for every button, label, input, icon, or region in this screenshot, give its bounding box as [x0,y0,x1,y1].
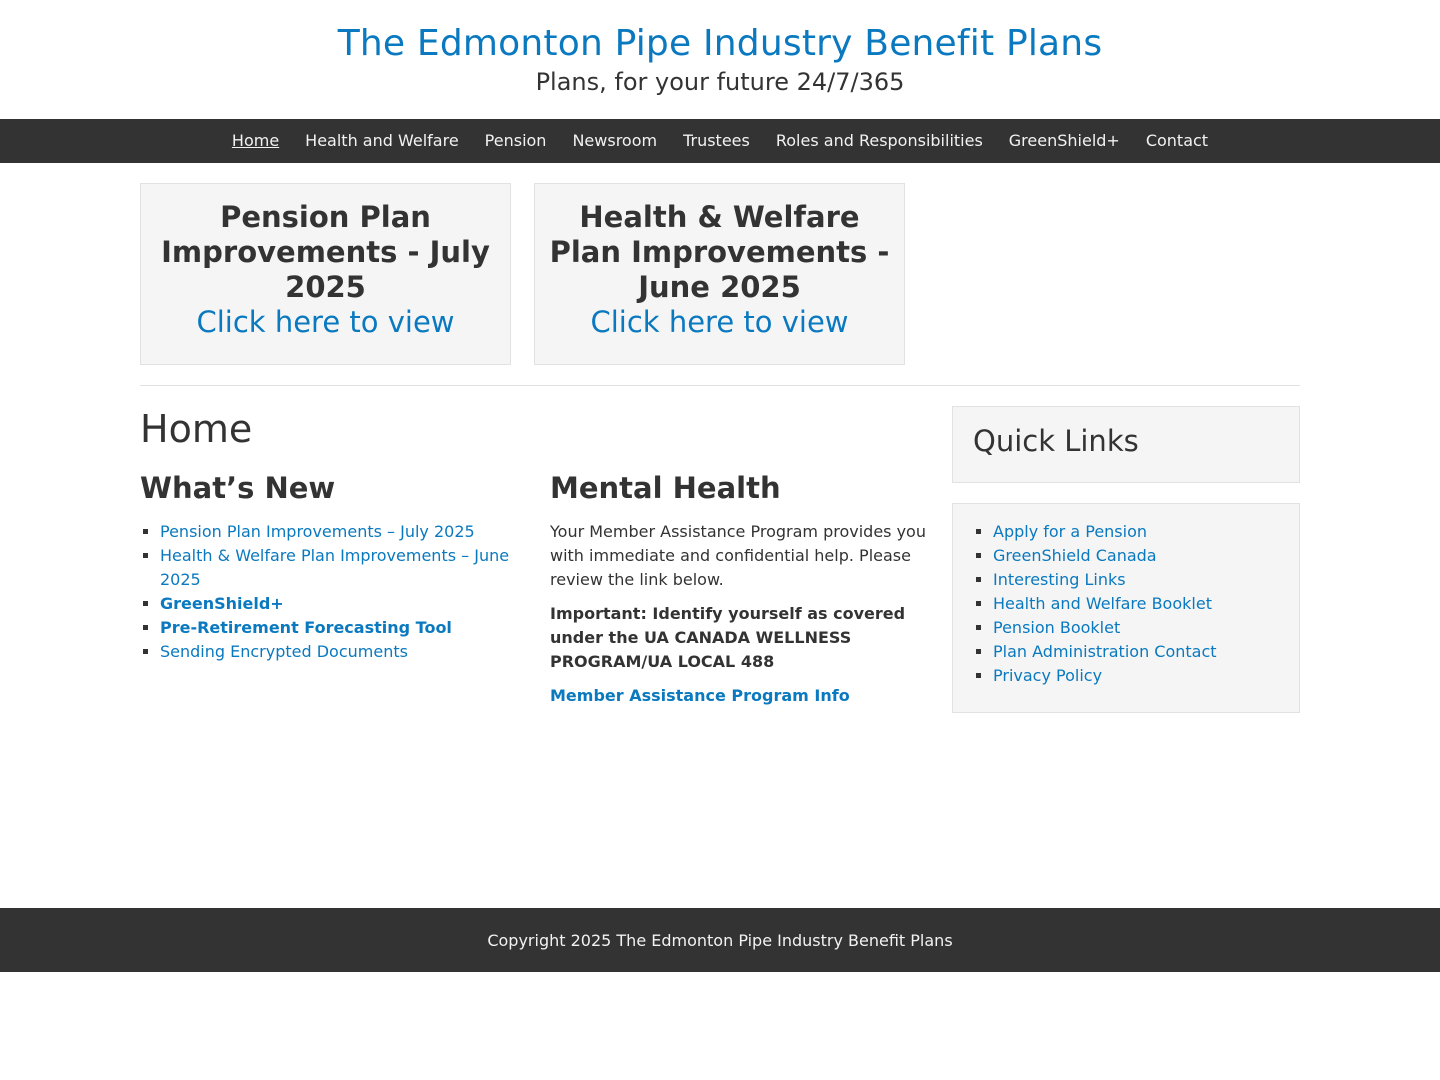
list-item: Privacy Policy [993,664,1279,688]
promo-row: Pension Plan Improvements - July 2025 Cl… [140,183,1300,365]
nav-item-trustees[interactable]: Trustees [683,119,750,163]
member-assistance-link[interactable]: Member Assistance Program Info [550,686,850,705]
site-footer: Copyright 2025 The Edmonton Pipe Industr… [0,908,1440,972]
quick-links-widget: Apply for a Pension GreenShield Canada I… [952,503,1300,713]
list-item: Health and Welfare Booklet [993,592,1279,616]
promo-title: Health & Welfare Plan Improvements - Jun… [549,200,890,304]
nav-item-pension[interactable]: Pension [485,119,547,163]
promo-title: Pension Plan Improvements - July 2025 [161,200,490,304]
whats-new-link[interactable]: Health & Welfare Plan Improvements – Jun… [160,546,509,589]
quick-links-title: Quick Links [973,424,1139,458]
whats-new-link[interactable]: GreenShield+ [160,594,284,613]
page-title: Home [140,407,253,451]
quick-link-pension-booklet[interactable]: Pension Booklet [993,618,1120,637]
promo-pension: Pension Plan Improvements - July 2025 Cl… [140,183,511,365]
quick-link-privacy[interactable]: Privacy Policy [993,666,1102,685]
quick-link-interesting[interactable]: Interesting Links [993,570,1126,589]
list-item: Pension Plan Improvements – July 2025 [160,520,520,544]
whats-new-link[interactable]: Pension Plan Improvements – July 2025 [160,522,475,541]
footer-copyright: Copyright 2025 The Edmonton Pipe Industr… [487,930,953,950]
quick-link-plan-admin[interactable]: Plan Administration Contact [993,642,1217,661]
nav-item-roles[interactable]: Roles and Responsibilities [776,119,983,163]
quick-links-list: Apply for a Pension GreenShield Canada I… [973,520,1279,688]
main-nav: Home Health and Welfare Pension Newsroom… [0,119,1440,163]
whats-new-heading: What’s New [140,471,336,505]
list-item: Interesting Links [993,568,1279,592]
whats-new-link[interactable]: Sending Encrypted Documents [160,642,408,661]
list-item: GreenShield Canada [993,544,1279,568]
promo-health-welfare: Health & Welfare Plan Improvements - Jun… [534,183,905,365]
quick-link-apply-pension[interactable]: Apply for a Pension [993,522,1147,541]
promo-view-link[interactable]: Click here to view [155,305,496,340]
promo-view-link[interactable]: Click here to view [549,305,890,340]
whats-new-section: What’s New Pension Plan Improvements – J… [140,468,520,664]
list-item: Pension Booklet [993,616,1279,640]
whats-new-list: Pension Plan Improvements – July 2025 He… [140,520,520,664]
nav-item-newsroom[interactable]: Newsroom [572,119,657,163]
list-item: GreenShield+ [160,592,520,616]
list-item: Pre-Retirement Forecasting Tool [160,616,520,640]
quick-link-hw-booklet[interactable]: Health and Welfare Booklet [993,594,1212,613]
quick-link-greenshield[interactable]: GreenShield Canada [993,546,1157,565]
site-header: The Edmonton Pipe Industry Benefit Plans… [0,0,1440,119]
nav-item-health-and-welfare[interactable]: Health and Welfare [305,119,459,163]
quick-links-header: Quick Links [952,406,1300,483]
whats-new-link[interactable]: Pre-Retirement Forecasting Tool [160,618,452,637]
nav-item-home[interactable]: Home [232,119,279,163]
mental-health-heading: Mental Health [550,471,781,505]
list-item: Plan Administration Contact [993,640,1279,664]
divider [140,385,1300,386]
mental-health-body: Your Member Assistance Program provides … [550,522,926,589]
mental-health-important: Important: Identify yourself as covered … [550,604,906,671]
site-title[interactable]: The Edmonton Pipe Industry Benefit Plans [0,22,1440,66]
list-item: Apply for a Pension [993,520,1279,544]
mental-health-section: Mental Health Your Member Assistance Pro… [550,468,930,718]
list-item: Health & Welfare Plan Improvements – Jun… [160,544,520,592]
list-item: Sending Encrypted Documents [160,640,520,664]
nav-item-greenshield[interactable]: GreenShield+ [1009,119,1120,163]
nav-item-contact[interactable]: Contact [1146,119,1208,163]
site-tagline: Plans, for your future 24/7/365 [535,68,905,96]
